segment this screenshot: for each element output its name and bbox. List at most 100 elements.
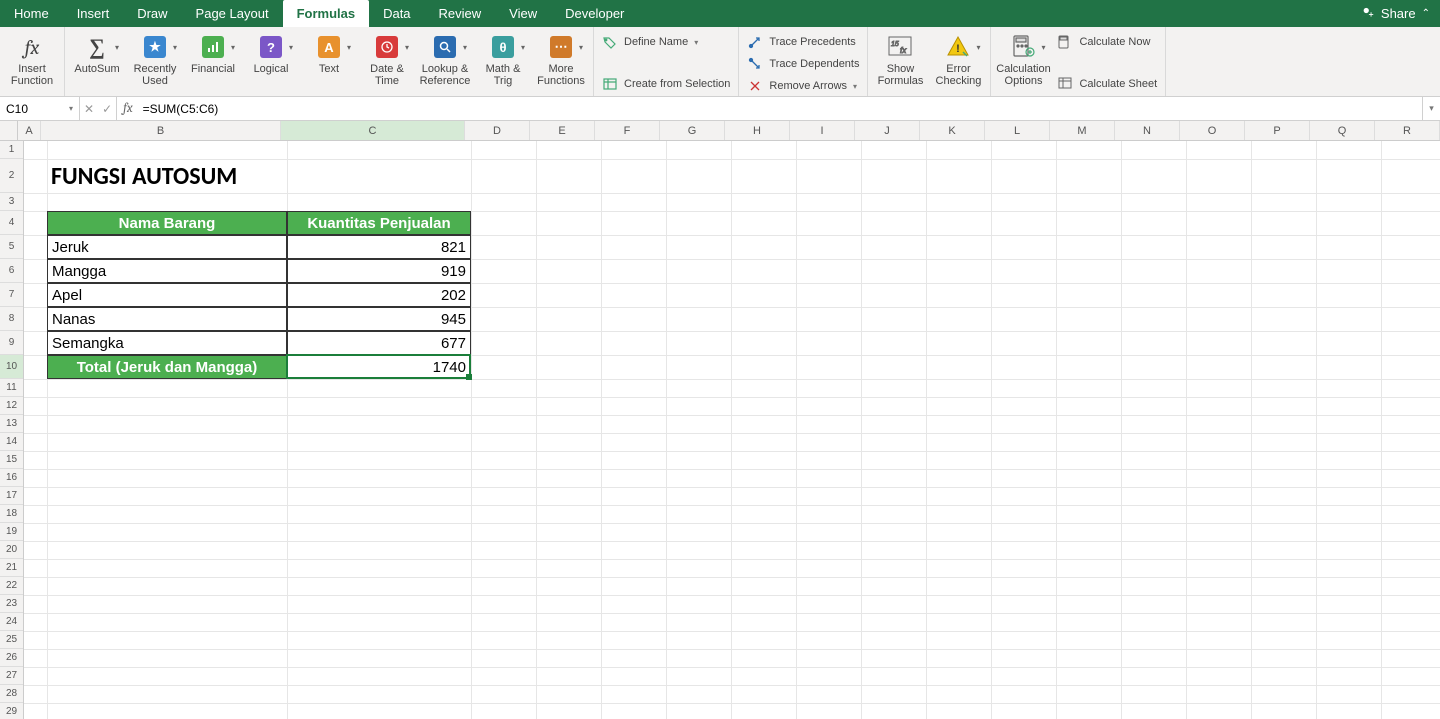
tab-insert[interactable]: Insert (63, 0, 124, 27)
row-header-22[interactable]: 22 (0, 577, 23, 595)
table-cell-name[interactable]: Apel (47, 283, 287, 307)
row-header-9[interactable]: 9 (0, 331, 23, 355)
calculate-now-button[interactable]: Calculate Now (1055, 33, 1159, 51)
row-header-3[interactable]: 3 (0, 193, 23, 211)
table-header-qty[interactable]: Kuantitas Penjualan (287, 211, 471, 235)
row-header-4[interactable]: 4 (0, 211, 23, 235)
row-header-15[interactable]: 15 (0, 451, 23, 469)
create-from-selection-button[interactable]: Create from Selection (600, 75, 732, 93)
column-header-F[interactable]: F (595, 121, 660, 140)
column-header-P[interactable]: P (1245, 121, 1310, 140)
row-header-18[interactable]: 18 (0, 505, 23, 523)
table-footer-value[interactable]: 1740 (287, 355, 471, 379)
table-cell-qty[interactable]: 821 (287, 235, 471, 259)
column-header-K[interactable]: K (920, 121, 985, 140)
tab-page-layout[interactable]: Page Layout (182, 0, 283, 27)
row-header-23[interactable]: 23 (0, 595, 23, 613)
row-header-20[interactable]: 20 (0, 541, 23, 559)
tab-formulas[interactable]: Formulas (283, 0, 370, 27)
remove-arrows-button[interactable]: Remove Arrows ▾ (745, 77, 861, 95)
column-header-Q[interactable]: Q (1310, 121, 1375, 140)
table-cell-qty[interactable]: 677 (287, 331, 471, 355)
row-header-5[interactable]: 5 (0, 235, 23, 259)
row-header-25[interactable]: 25 (0, 631, 23, 649)
column-header-R[interactable]: R (1375, 121, 1440, 140)
table-footer-label[interactable]: Total (Jeruk dan Mangga) (47, 355, 287, 379)
column-header-M[interactable]: M (1050, 121, 1115, 140)
column-header-H[interactable]: H (725, 121, 790, 140)
table-cell-name[interactable]: Semangka (47, 331, 287, 355)
row-header-16[interactable]: 16 (0, 469, 23, 487)
tab-draw[interactable]: Draw (123, 0, 181, 27)
tab-data[interactable]: Data (369, 0, 424, 27)
tab-developer[interactable]: Developer (551, 0, 638, 27)
error-checking-button[interactable]: !▾ ErrorChecking (932, 31, 984, 87)
row-header-2[interactable]: 2 (0, 159, 23, 193)
column-header-O[interactable]: O (1180, 121, 1245, 140)
row-header-7[interactable]: 7 (0, 283, 23, 307)
row-header-13[interactable]: 13 (0, 415, 23, 433)
insert-function-button[interactable]: fx InsertFunction (6, 31, 58, 87)
column-header-D[interactable]: D (465, 121, 530, 140)
calculation-options-button[interactable]: ▾ CalculationOptions (997, 31, 1049, 87)
row-header-21[interactable]: 21 (0, 559, 23, 577)
row-header-8[interactable]: 8 (0, 307, 23, 331)
row-header-10[interactable]: 10 (0, 355, 23, 379)
cells-area[interactable]: FUNGSI AUTOSUM Nama BarangKuantitas Penju… (24, 141, 1440, 719)
row-header-6[interactable]: 6 (0, 259, 23, 283)
row-header-26[interactable]: 26 (0, 649, 23, 667)
title-cell[interactable]: FUNGSI AUTOSUM (47, 159, 536, 193)
column-header-C[interactable]: C (281, 121, 465, 140)
show-formulas-button[interactable]: 15fx ShowFormulas (874, 31, 926, 87)
logical-button[interactable]: ?▾ Logical (245, 31, 297, 75)
trace-dependents-button[interactable]: Trace Dependents (745, 55, 861, 73)
table-cell-name[interactable]: Nanas (47, 307, 287, 331)
table-cell-qty[interactable]: 202 (287, 283, 471, 307)
table-cell-name[interactable]: Jeruk (47, 235, 287, 259)
tab-home[interactable]: Home (0, 0, 63, 27)
table-cell-qty[interactable]: 919 (287, 259, 471, 283)
column-header-N[interactable]: N (1115, 121, 1180, 140)
row-header-1[interactable]: 1 (0, 141, 23, 159)
more-functions-button[interactable]: ⋯▾ MoreFunctions (535, 31, 587, 87)
define-name-button[interactable]: Define Name ▾ (600, 33, 732, 51)
row-header-17[interactable]: 17 (0, 487, 23, 505)
date-time-button[interactable]: ▾ Date &Time (361, 31, 413, 87)
column-header-E[interactable]: E (530, 121, 595, 140)
expand-formula-bar-icon[interactable]: ▾ (1422, 97, 1440, 120)
autosum-button[interactable]: ∑▾ AutoSum (71, 31, 123, 75)
text-button[interactable]: A▾ Text (303, 31, 355, 75)
financial-button[interactable]: ▾ Financial (187, 31, 239, 75)
table-cell-name[interactable]: Mangga (47, 259, 287, 283)
row-header-19[interactable]: 19 (0, 523, 23, 541)
column-header-J[interactable]: J (855, 121, 920, 140)
column-header-L[interactable]: L (985, 121, 1050, 140)
trace-precedents-button[interactable]: Trace Precedents (745, 33, 861, 51)
name-box[interactable]: C10 ▾ (0, 97, 80, 120)
column-header-A[interactable]: A (18, 121, 41, 140)
row-header-12[interactable]: 12 (0, 397, 23, 415)
row-header-14[interactable]: 14 (0, 433, 23, 451)
tab-review[interactable]: Review (425, 0, 496, 27)
table-cell-qty[interactable]: 945 (287, 307, 471, 331)
table-header-name[interactable]: Nama Barang (47, 211, 287, 235)
select-all-corner[interactable] (0, 121, 18, 140)
row-header-28[interactable]: 28 (0, 685, 23, 703)
calculate-sheet-button[interactable]: Calculate Sheet (1055, 75, 1159, 93)
formula-input[interactable]: =SUM(C5:C6) (139, 97, 1422, 120)
math-trig-button[interactable]: θ▾ Math &Trig (477, 31, 529, 87)
enter-icon[interactable]: ✓ (102, 102, 112, 116)
column-header-G[interactable]: G (660, 121, 725, 140)
fx-icon[interactable]: fx (117, 97, 139, 120)
row-header-27[interactable]: 27 (0, 667, 23, 685)
row-header-29[interactable]: 29 (0, 703, 23, 719)
row-header-24[interactable]: 24 (0, 613, 23, 631)
cancel-icon[interactable]: ✕ (84, 102, 94, 116)
column-header-I[interactable]: I (790, 121, 855, 140)
column-header-B[interactable]: B (41, 121, 281, 140)
tab-view[interactable]: View (495, 0, 551, 27)
lookup-reference-button[interactable]: ▾ Lookup &Reference (419, 31, 471, 87)
recently-used-button[interactable]: ★▾ RecentlyUsed (129, 31, 181, 87)
row-header-11[interactable]: 11 (0, 379, 23, 397)
share-button[interactable]: Share ⌃ (1351, 0, 1440, 27)
